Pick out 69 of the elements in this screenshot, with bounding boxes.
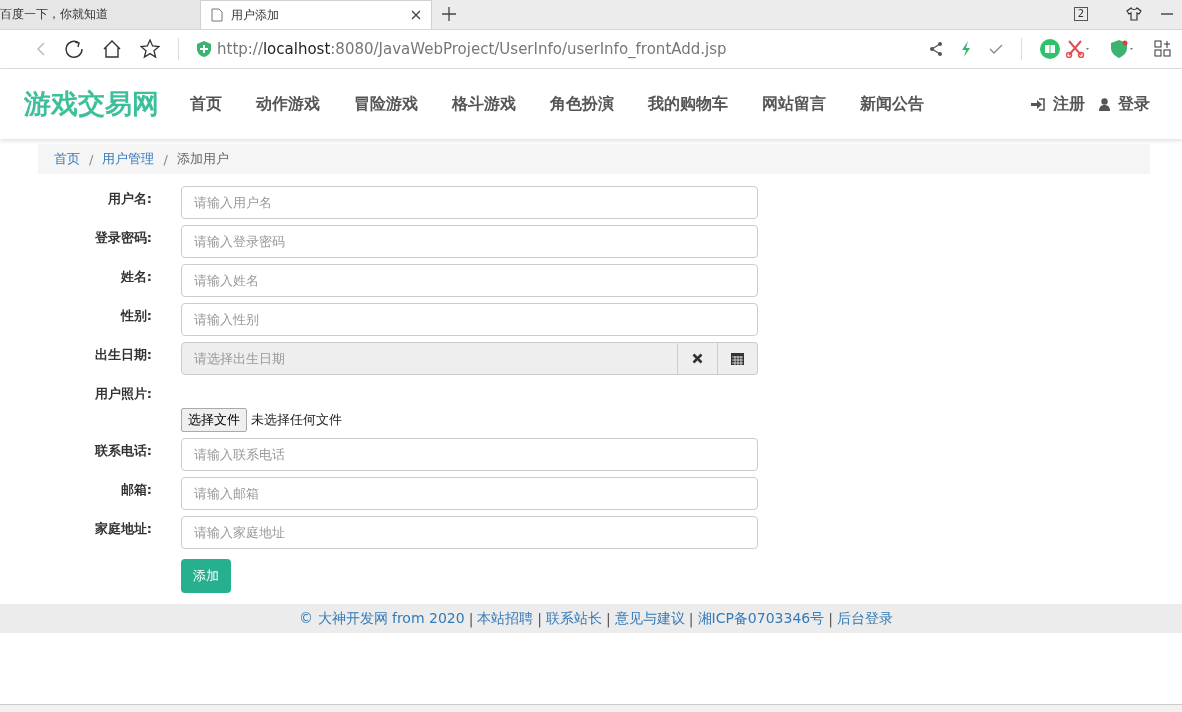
footer-separator: |	[687, 610, 695, 627]
nav-link[interactable]: 注册	[1053, 93, 1085, 115]
nav-link[interactable]: 格斗游戏	[443, 93, 525, 115]
footer-separator: |	[536, 610, 544, 627]
footer-link[interactable]: © 大神开发网 from 2020	[299, 609, 465, 628]
home-icon[interactable]	[102, 39, 122, 59]
nav-link[interactable]: 动作游戏	[247, 93, 329, 115]
file-status: 未选择任何文件	[251, 411, 342, 429]
browser-tab[interactable]: 百度一下，你就知道	[0, 0, 200, 29]
breadcrumb-link[interactable]: 首页	[54, 150, 80, 168]
lightning-icon[interactable]	[961, 41, 971, 57]
nav-link[interactable]: 登录	[1118, 93, 1150, 115]
footer-separator: |	[605, 610, 612, 627]
nav-link[interactable]: 新闻公告	[851, 93, 933, 115]
field-label: 用户名:	[106, 190, 152, 208]
tab-count[interactable]: 2	[1073, 7, 1088, 21]
nav-link[interactable]: 网站留言	[753, 93, 835, 115]
apps-icon[interactable]	[1154, 40, 1172, 58]
nav-link[interactable]: 角色扮演	[541, 93, 623, 115]
input-field[interactable]: 请输入姓名	[181, 264, 758, 297]
breadcrumb-link[interactable]: 用户管理	[102, 150, 155, 168]
nav-link[interactable]: 冒险游戏	[345, 93, 427, 115]
footer-separator: |	[827, 610, 834, 627]
reload-icon[interactable]	[64, 39, 84, 59]
date-field[interactable]: 请选择出生日期	[181, 342, 678, 375]
breadcrumb-separator: /	[162, 151, 169, 167]
footer-link[interactable]: 后台登录	[836, 609, 893, 628]
sign-in-icon	[1031, 97, 1045, 111]
footer-separator: |	[467, 610, 475, 627]
user-icon	[1099, 97, 1110, 111]
close-icon	[692, 353, 703, 364]
address-field[interactable]: http://localhost:8080/JavaWebProject/UserInfo/userInfo_frontAdd.jsp	[217, 40, 911, 58]
field-label: 性别:	[119, 307, 152, 325]
input-field[interactable]: 请输入联系电话	[181, 438, 758, 471]
nav-link[interactable]: 我的购物车	[639, 93, 737, 115]
calendar-button[interactable]	[718, 342, 758, 375]
page-icon	[211, 8, 223, 22]
breadcrumb-current: 添加用户	[176, 150, 229, 168]
shield-icon[interactable]	[1110, 40, 1136, 58]
close-icon[interactable]	[411, 10, 421, 20]
browser-tab[interactable]: 用户添加	[200, 0, 432, 29]
calendar-icon	[731, 352, 744, 365]
footer-link[interactable]: 本站招聘	[477, 609, 534, 628]
scissors-icon[interactable]	[1066, 40, 1092, 58]
footer-link[interactable]: 意见与建议	[614, 609, 685, 628]
field-label: 家庭地址:	[93, 520, 152, 538]
check-icon[interactable]	[989, 44, 1003, 54]
input-field[interactable]: 请输入用户名	[181, 186, 758, 219]
choose-file-button[interactable]: 选择文件	[181, 408, 247, 432]
field-label: 出生日期:	[93, 346, 152, 364]
input-field[interactable]: 请输入邮箱	[181, 477, 758, 510]
shield-icon	[197, 41, 211, 57]
nav-link[interactable]: 首页	[181, 93, 231, 115]
share-icon[interactable]	[929, 41, 943, 57]
footer-link[interactable]: 联系站长	[546, 609, 603, 628]
star-icon[interactable]	[140, 39, 160, 59]
new-tab-icon[interactable]	[442, 7, 456, 21]
shirt-icon[interactable]	[1126, 7, 1142, 21]
field-label: 用户照片:	[93, 385, 152, 403]
field-label: 姓名:	[119, 268, 152, 286]
field-label: 联系电话:	[93, 442, 152, 460]
field-label: 登录密码:	[93, 229, 152, 247]
footer-link[interactable]: 湘ICP备0703346号	[697, 609, 825, 628]
input-field[interactable]: 请输入登录密码	[181, 225, 758, 258]
input-field[interactable]: 请输入性别	[181, 303, 758, 336]
input-field[interactable]: 请输入家庭地址	[181, 516, 758, 549]
breadcrumb-separator: /	[88, 151, 95, 167]
field-label: 邮箱:	[119, 481, 152, 499]
clear-button[interactable]	[678, 342, 718, 375]
